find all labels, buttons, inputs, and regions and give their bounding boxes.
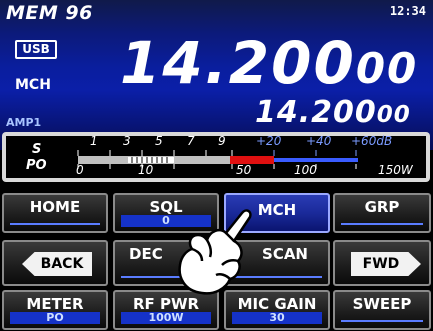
memory-channel-label: MEM 96 — [6, 2, 93, 24]
home-button[interactable]: HOME — [2, 193, 108, 233]
rf-power-button[interactable]: RF PWR 100W — [113, 290, 219, 330]
main-frequency-hz: 00 — [355, 44, 419, 93]
mic-gain-value: 30 — [232, 312, 322, 324]
home-button-label: HOME — [29, 198, 81, 216]
main-frequency[interactable]: 14.20000 — [120, 30, 418, 102]
meter-bar-graph — [77, 150, 358, 169]
po-scale-label: 100 — [294, 163, 317, 177]
back-arrow-icon: BACK — [22, 252, 92, 276]
sweep-button[interactable]: SWEEP — [333, 290, 431, 330]
sweep-button-label: SWEEP — [352, 295, 412, 313]
back-button[interactable]: BACK — [2, 240, 108, 286]
grp-button[interactable]: GRP — [333, 193, 431, 233]
channel-mode-label: MCH — [15, 77, 51, 93]
amp-label: AMP1 — [6, 116, 42, 129]
sub-frequency[interactable]: 14.20000 — [255, 96, 411, 132]
mode-badge[interactable]: USB — [15, 40, 57, 59]
main-frequency-mhz: 14.200 — [120, 29, 356, 97]
s-meter-ticks — [77, 150, 357, 156]
fwd-button-label: FWD — [362, 256, 400, 272]
meter-panel: S PO 1 3 5 7 9 +20 +40 +60dB 0 10 50 100… — [2, 132, 430, 182]
clock: 12:34 — [389, 4, 426, 18]
button-indicator-line — [341, 320, 423, 322]
po-scale-label: 50 — [236, 163, 252, 177]
touch-hand-icon — [178, 209, 252, 295]
po-scale-label: 0 — [76, 163, 84, 177]
button-indicator-line — [10, 223, 100, 225]
meter-display: S PO 1 3 5 7 9 +20 +40 +60dB 0 10 50 100… — [6, 134, 426, 178]
grp-button-label: GRP — [364, 198, 400, 216]
rf-power-value: 100W — [121, 312, 211, 324]
button-indicator-line — [341, 223, 423, 225]
meter-button[interactable]: METER PO — [2, 290, 108, 330]
frequency-display-panel: MEM 96 12:34 USB 14.20000 MCH 14.20000 A… — [0, 0, 433, 150]
po-scale-label: 150W — [378, 163, 413, 177]
mic-gain-button[interactable]: MIC GAIN 30 — [224, 290, 330, 330]
meter-value: PO — [10, 312, 100, 324]
po-scale-label: 10 — [138, 163, 154, 177]
sub-frequency-mhz: 14.200 — [255, 95, 377, 130]
sub-frequency-hz: 00 — [376, 102, 411, 128]
fwd-button[interactable]: FWD — [333, 240, 431, 286]
back-button-label: BACK — [40, 256, 84, 272]
fwd-arrow-icon: FWD — [351, 252, 421, 276]
meter-track-blue — [274, 158, 358, 162]
radio-touch-screen: MEM 96 12:34 USB 14.20000 MCH 14.20000 A… — [0, 0, 433, 331]
